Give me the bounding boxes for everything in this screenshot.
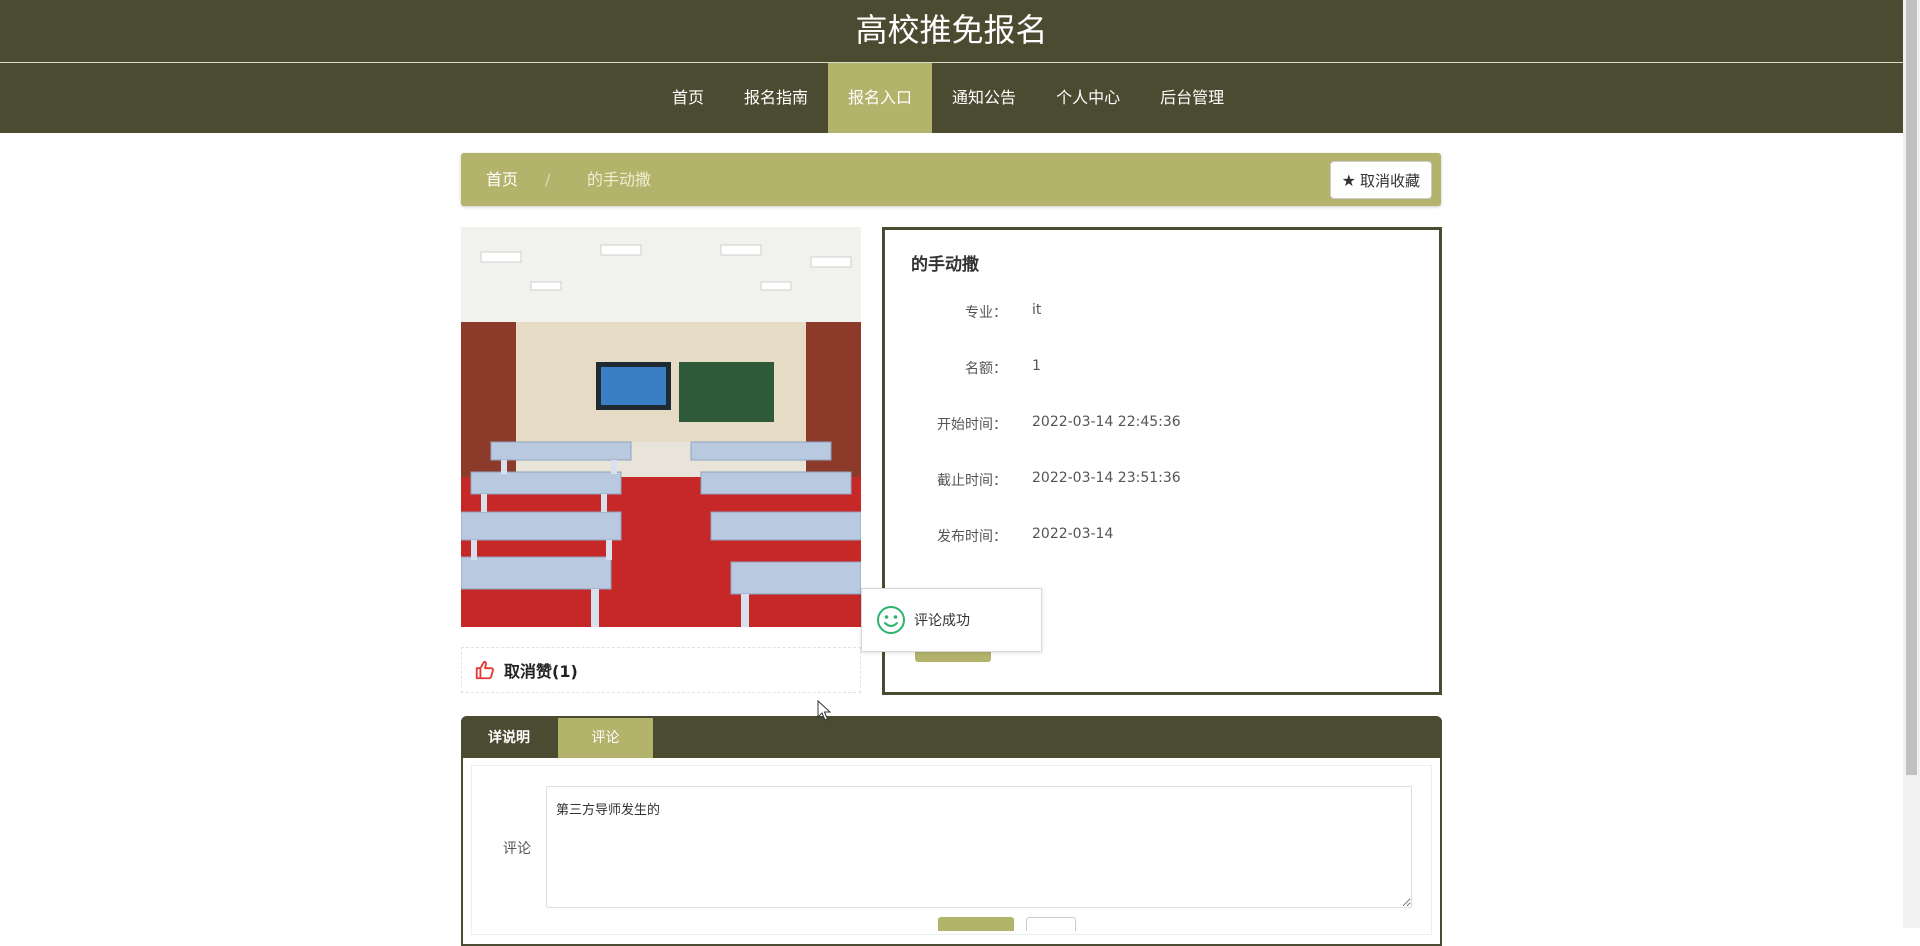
breadcrumb-current: 的手动撒	[587, 170, 652, 189]
nav-item-guide[interactable]: 报名指南	[724, 63, 828, 133]
scrollbar-thumb[interactable]	[1906, 0, 1917, 775]
comment-textarea[interactable]: 第三方导师发生的	[546, 786, 1412, 908]
page-scrollbar[interactable]	[1903, 0, 1920, 928]
detail-label: 截止时间：	[937, 473, 1007, 489]
nav-item-admin[interactable]: 后台管理	[1140, 63, 1244, 133]
detail-value: 2022-03-14 22:45:36	[1032, 414, 1181, 430]
detail-row-major: 专业： it	[885, 302, 1439, 326]
like-box[interactable]: 取消赞(1)	[461, 647, 861, 693]
detail-row-end-time: 截止时间： 2022-03-14 23:51:36	[885, 470, 1439, 494]
submit-comment-button[interactable]	[938, 917, 1014, 931]
classroom-photo-illustration	[461, 227, 861, 627]
smile-icon	[877, 606, 905, 634]
star-icon: ★	[1341, 170, 1356, 190]
nav-list: 首页 报名指南 报名入口 通知公告 个人中心 后台管理	[652, 63, 1244, 133]
thumbs-up-icon	[475, 660, 494, 680]
tab-comments[interactable]: 评论	[558, 718, 653, 758]
main-nav: 首页 报名指南 报名入口 通知公告 个人中心 后台管理	[0, 63, 1903, 133]
unfavorite-label: 取消收藏	[1359, 171, 1420, 190]
breadcrumb-home-link[interactable]: 首页	[486, 153, 518, 206]
breadcrumb: 首页 / 的手动撒 ★ 取消收藏	[461, 153, 1441, 206]
unfavorite-button[interactable]: ★ 取消收藏	[1329, 161, 1432, 199]
toast-text: 评论成功	[914, 613, 970, 629]
nav-item-signup[interactable]: 报名入口	[828, 63, 933, 133]
comment-field-label: 评论	[503, 841, 531, 857]
detail-row-publish-time: 发布时间： 2022-03-14	[885, 526, 1439, 550]
detail-label: 名额：	[965, 361, 1007, 377]
toast-message: 评论成功	[861, 588, 1042, 652]
detail-value: 1	[1032, 358, 1041, 374]
site-title: 高校推免报名	[855, 11, 1048, 49]
reset-comment-button[interactable]	[1026, 917, 1076, 931]
breadcrumb-separator: /	[545, 170, 551, 189]
tab-description[interactable]: 详说明	[461, 718, 557, 758]
detail-label: 专业：	[965, 305, 1007, 321]
tabs-header: 详说明 评论	[461, 716, 1442, 758]
mouse-cursor-icon	[817, 700, 831, 721]
detail-row-quota: 名额： 1	[885, 358, 1439, 382]
unlike-label: 取消赞(1)	[504, 662, 578, 681]
detail-value: it	[1032, 302, 1042, 318]
detail-row-start-time: 开始时间： 2022-03-14 22:45:36	[885, 414, 1439, 438]
site-header: 高校推免报名	[0, 0, 1903, 63]
nav-item-home[interactable]: 首页	[652, 63, 724, 133]
detail-value: 2022-03-14 23:51:36	[1032, 470, 1181, 486]
nav-item-profile[interactable]: 个人中心	[1036, 63, 1140, 133]
classroom-photo	[461, 227, 861, 627]
detail-value: 2022-03-14	[1032, 526, 1114, 542]
nav-item-notices[interactable]: 通知公告	[932, 63, 1036, 133]
detail-label: 发布时间：	[937, 529, 1007, 545]
detail-title: 的手动撒	[911, 255, 979, 275]
detail-label: 开始时间：	[937, 417, 1007, 433]
